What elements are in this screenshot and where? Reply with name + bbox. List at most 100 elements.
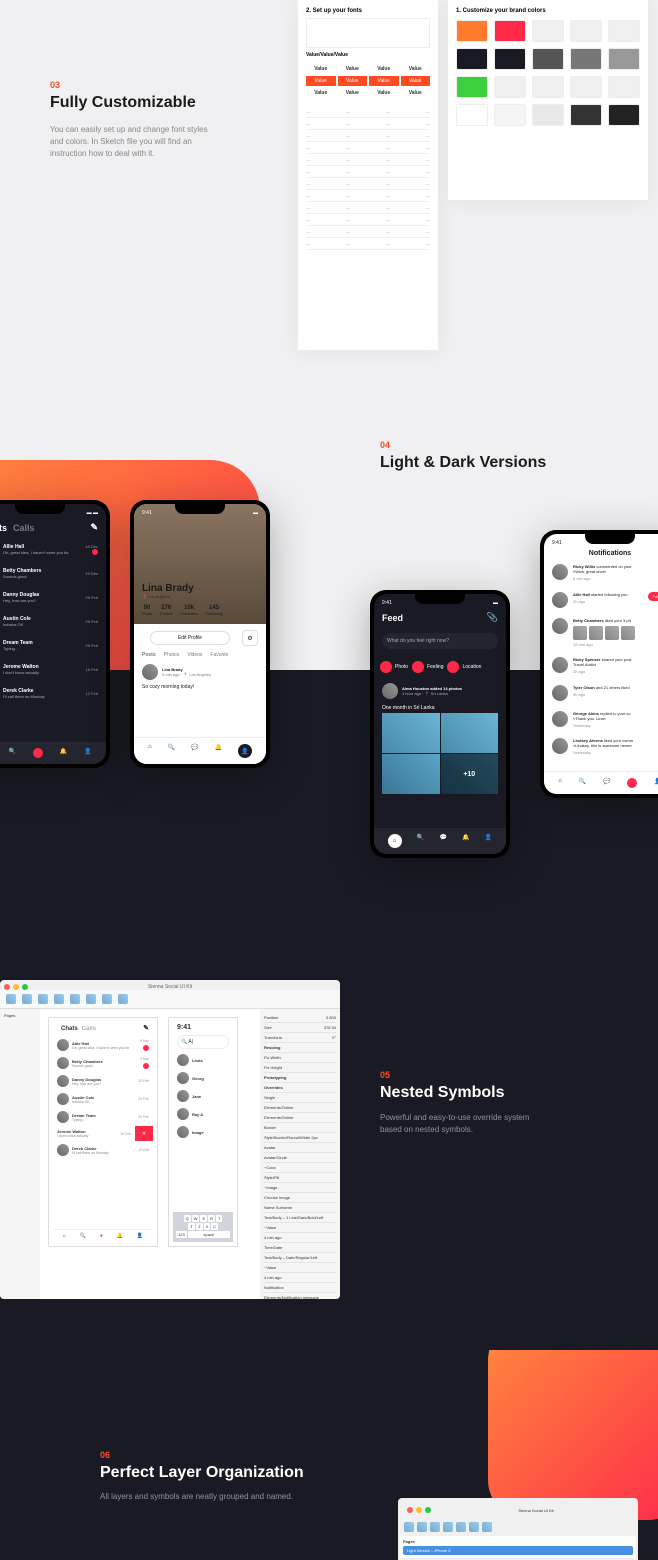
search-icon[interactable]: 🔍 (168, 744, 175, 758)
notification-row[interactable]: Ricky Spenser shared your postTravel Add… (544, 652, 658, 680)
profile-tabs[interactable]: Posts Photos Videos Favorite (134, 652, 266, 658)
home-icon[interactable]: ⌂ (558, 778, 562, 788)
inspector-row[interactable]: Elements/Notification message (264, 1293, 336, 1299)
search-result[interactable]: Image (173, 1123, 233, 1141)
bell-icon-active[interactable] (627, 778, 637, 788)
chat-row[interactable]: Derek ClarkeI'll call them on Monday12 F… (0, 681, 106, 705)
feeling-action[interactable]: Feeling (412, 661, 443, 673)
bell-icon[interactable]: 🔔 (215, 744, 222, 758)
photo-action[interactable]: Photo (380, 661, 408, 673)
inspector-row[interactable]: Notification (264, 1283, 336, 1293)
notification-row[interactable]: Ricky Willis commented on your«Wow, grea… (544, 559, 658, 587)
photo-thumb[interactable] (441, 713, 499, 753)
inspector-row[interactable]: Text/Body – 1 Line/Dark/Bold/Left (264, 1213, 336, 1223)
active-page[interactable]: Light Version – iPhone X (403, 1546, 633, 1555)
bell-icon[interactable]: 🔔 (60, 748, 67, 758)
bottom-nav[interactable]: ⌂ 🔍 💬 👤 (544, 771, 658, 794)
notification-row[interactable]: George Akins replied to your co«Thank yo… (544, 706, 658, 734)
bottom-nav[interactable]: ⌂ 🔍 🔔 👤 (0, 742, 106, 764)
chat-row[interactable]: Dream TeamTyping…25 Feb (53, 1108, 153, 1126)
inspector-row[interactable]: Avatar (264, 1143, 336, 1153)
bottom-nav[interactable]: ⌂🔍●🔔👤 (53, 1229, 153, 1242)
inspector-row[interactable]: Style/Fill (264, 1173, 336, 1183)
chat-icon[interactable]: 💬 (439, 834, 446, 848)
search-result[interactable]: Linds (173, 1051, 233, 1069)
notification-row[interactable]: Lindsey Ahrens liked your comm«Lindsey, … (544, 733, 658, 761)
bottom-nav[interactable]: ⌂ 🔍 💬 🔔 👤 (374, 828, 506, 854)
chat-icon[interactable]: 💬 (191, 744, 198, 758)
attach-icon[interactable]: 📎 (487, 612, 498, 623)
toolbar-item[interactable] (70, 994, 80, 1004)
home-icon-active[interactable]: ⌂ (388, 834, 402, 848)
chat-row[interactable]: Austin Colehahaha OK25 Feb (0, 609, 106, 633)
tabs[interactable]: ChatsCalls (0, 523, 41, 533)
inspector-panel[interactable]: Position0 833 Size375 94 Transform0° Res… (260, 1009, 340, 1299)
chat-icon[interactable] (33, 748, 43, 758)
notification-row[interactable]: Betty Chambers liked your 3 ph15 min ago (544, 613, 658, 652)
inspector-row[interactable]: 4 min ago (264, 1233, 336, 1243)
toolbar-item[interactable] (482, 1522, 492, 1532)
search-result[interactable]: Ray A (173, 1105, 233, 1123)
toolbar-item[interactable] (6, 994, 16, 1004)
bell-icon[interactable]: 🔔 (462, 834, 469, 848)
notification-row[interactable]: Tyler Olson and 21 others liked9h ago (544, 680, 658, 706)
photo-thumb[interactable] (382, 754, 440, 794)
inspector-row[interactable]: ~Color (264, 1163, 336, 1173)
chat-row[interactable]: Allie HallOh, great idea. I haven't seen… (53, 1036, 153, 1054)
inspector-row[interactable]: Single (264, 1093, 336, 1103)
chat-row[interactable]: Allie HallOh, great idea, I haven't seen… (0, 537, 106, 561)
chat-icon[interactable]: 💬 (603, 778, 610, 788)
toolbar-item[interactable] (102, 994, 112, 1004)
notification-row[interactable]: Allie Hall started following you2h agoFo… (544, 587, 658, 613)
feed-actions[interactable]: Photo Feeling Location (374, 655, 506, 679)
search-icon[interactable]: 🔍 (579, 778, 586, 788)
inspector-row[interactable]: 4 min ago (264, 1273, 336, 1283)
settings-icon[interactable]: ⚙ (242, 630, 258, 646)
toolbar-item[interactable] (443, 1522, 453, 1532)
window-controls[interactable] (403, 1503, 435, 1517)
layers-panel[interactable]: Pages (0, 1009, 40, 1299)
search-result[interactable]: Georg (173, 1069, 233, 1087)
inspector-row[interactable]: Border (264, 1123, 336, 1133)
inspector-row[interactable]: Elements/Online (264, 1103, 336, 1113)
inspector-row[interactable]: Name Surname (264, 1203, 336, 1213)
toolbar-item[interactable] (469, 1522, 479, 1532)
toolbar-item[interactable] (38, 994, 48, 1004)
chat-row[interactable]: Danny DouglasHey, how are you?25 Feb (53, 1072, 153, 1090)
toolbar-item[interactable] (22, 994, 32, 1004)
follow-button[interactable]: Follow (648, 592, 658, 601)
keyboard[interactable]: QWERT ⇧ZXC 123space (173, 1212, 233, 1242)
photo-grid[interactable]: +10 (374, 713, 506, 794)
search-result[interactable]: Jane (173, 1087, 233, 1105)
profile-icon[interactable]: 👤 (654, 778, 658, 788)
toolbar-item[interactable] (404, 1522, 414, 1532)
inspector-row[interactable]: Elements/Online (264, 1113, 336, 1123)
chat-row[interactable]: Danny DouglasHey, how are you?25 Feb (0, 585, 106, 609)
sketch-canvas[interactable]: ChatsCalls ✎ Allie HallOh, great idea. I… (40, 1009, 260, 1299)
search-icon[interactable]: 🔍 (9, 748, 16, 758)
location-action[interactable]: Location (447, 661, 481, 673)
search-icon[interactable]: 🔍 (417, 834, 424, 848)
inspector-row[interactable]: Time/Date (264, 1243, 336, 1253)
chat-row[interactable]: Betty ChambersSounds good3 Mar (53, 1054, 153, 1072)
chat-row[interactable]: Austin Colehahaha OK25 Feb (53, 1090, 153, 1108)
home-icon[interactable]: ⌂ (148, 744, 152, 758)
inspector-row[interactable]: ~Value (264, 1223, 336, 1233)
toolbar-item[interactable] (86, 994, 96, 1004)
toolbar-item[interactable] (456, 1522, 466, 1532)
chat-row[interactable]: Derek ClarkeI'll call them on Monday 12 … (53, 1141, 153, 1159)
profile-icon-active[interactable]: 👤 (238, 744, 252, 758)
toolbar-item[interactable] (118, 994, 128, 1004)
inspector-row[interactable]: Choose Image (264, 1193, 336, 1203)
chat-row[interactable]: Jerome WaltonI don't know actually16 Feb (0, 657, 106, 681)
toolbar-item[interactable] (54, 994, 64, 1004)
toolbar-item[interactable] (417, 1522, 427, 1532)
photo-thumb[interactable]: +10 (441, 754, 499, 794)
profile-icon[interactable]: 👤 (84, 748, 91, 758)
compose-icon[interactable]: ✎ (90, 522, 98, 533)
edit-profile-button[interactable]: Edit Profile (150, 631, 230, 645)
chat-row[interactable]: Betty ChambersSounds good19 Dec (0, 561, 106, 585)
compose-icon[interactable]: ✎ (143, 1024, 149, 1034)
feed-input[interactable]: What do you feel right now? (382, 633, 498, 649)
inspector-row[interactable]: Text/Body – Date/Regular/Left (264, 1253, 336, 1263)
